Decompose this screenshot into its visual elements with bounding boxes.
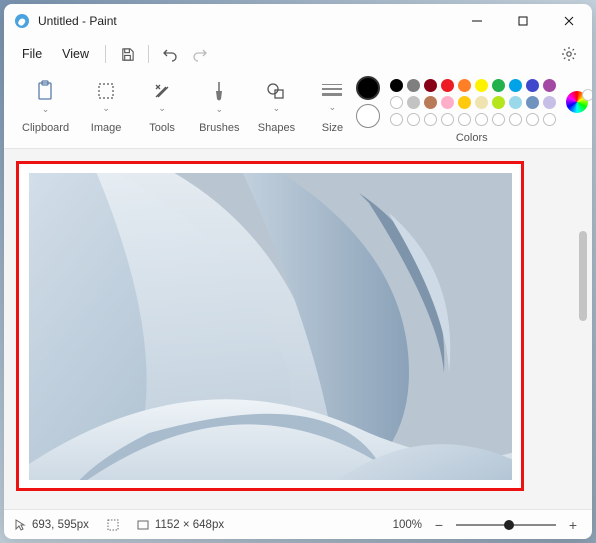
cursor-position-text: 693, 595px: [32, 519, 89, 531]
select-button[interactable]: ⌄: [87, 76, 125, 118]
canvas-size-icon: [137, 519, 149, 531]
color-swatch[interactable]: [441, 79, 454, 92]
chevron-down-icon: ⌄: [42, 104, 50, 115]
tools-button[interactable]: ⌄: [143, 76, 181, 118]
color-swatch[interactable]: [543, 113, 556, 126]
color-swatch[interactable]: [492, 79, 505, 92]
color-swatch[interactable]: [441, 113, 454, 126]
brushes-button[interactable]: ⌄: [200, 76, 238, 118]
minimize-button[interactable]: [454, 4, 500, 38]
color-swatch[interactable]: [424, 79, 437, 92]
chevron-down-icon: ⌄: [215, 104, 223, 115]
size-button[interactable]: ⌄: [313, 76, 351, 118]
color-swatch[interactable]: [424, 113, 437, 126]
paint-window: Untitled - Paint File View: [4, 4, 592, 539]
selection-icon: [107, 519, 119, 531]
redo-icon: [185, 40, 215, 68]
color-swatch[interactable]: [390, 96, 403, 109]
color-swatch[interactable]: [458, 79, 471, 92]
ribbon: ⌄ Clipboard ⌄ Image ⌄ Tools: [4, 70, 592, 149]
canvas[interactable]: [29, 173, 512, 480]
window-title: Untitled - Paint: [38, 14, 117, 28]
zoom-slider[interactable]: [456, 524, 556, 526]
color-selectors: [356, 76, 380, 128]
zoom-in-button[interactable]: +: [564, 517, 582, 533]
label-image: Image: [91, 122, 122, 134]
color-swatch[interactable]: [475, 96, 488, 109]
color-swatch[interactable]: [492, 96, 505, 109]
group-shapes: ⌄ Shapes: [249, 74, 303, 148]
chevron-down-icon: ⌄: [273, 103, 281, 114]
cursor-icon: [14, 519, 26, 531]
color-swatch[interactable]: [526, 79, 539, 92]
group-tools: ⌄ Tools: [135, 74, 189, 148]
color-swatch[interactable]: [543, 96, 556, 109]
zoom-slider-thumb[interactable]: [504, 520, 514, 530]
color-swatch[interactable]: [390, 79, 403, 92]
group-colors: Colors: [361, 74, 582, 148]
edit-colors-button[interactable]: [566, 91, 588, 113]
color-swatch[interactable]: [475, 113, 488, 126]
color-swatch[interactable]: [509, 113, 522, 126]
color-swatch[interactable]: [407, 96, 420, 109]
color-swatch[interactable]: [509, 79, 522, 92]
settings-icon[interactable]: [554, 40, 584, 68]
color-swatch[interactable]: [475, 79, 488, 92]
label-size: Size: [322, 122, 343, 134]
color-swatch[interactable]: [458, 113, 471, 126]
color-swatch[interactable]: [390, 113, 403, 126]
scrollbar-thumb[interactable]: [579, 231, 587, 321]
label-tools: Tools: [149, 122, 175, 134]
close-button[interactable]: [546, 4, 592, 38]
color-swatch[interactable]: [407, 79, 420, 92]
zoom-out-button[interactable]: −: [430, 517, 448, 533]
chevron-down-icon: ⌄: [158, 103, 166, 114]
zoom-controls: 100% − +: [393, 517, 582, 533]
menu-file[interactable]: File: [12, 43, 52, 65]
canvas-size-text: 1152 × 648px: [155, 519, 224, 531]
color-swatch[interactable]: [509, 96, 522, 109]
color-swatch[interactable]: [441, 96, 454, 109]
color-swatch[interactable]: [424, 96, 437, 109]
paint-app-icon: [14, 13, 30, 29]
group-clipboard: ⌄ Clipboard: [14, 74, 77, 148]
chevron-down-icon: ⌄: [329, 102, 337, 113]
color-swatch[interactable]: [526, 113, 539, 126]
undo-icon[interactable]: [155, 40, 185, 68]
canvas-area: [4, 149, 592, 509]
separator: [148, 45, 149, 63]
label-colors: Colors: [456, 132, 488, 144]
group-size: ⌄ Size: [305, 74, 359, 148]
paste-button[interactable]: ⌄: [27, 76, 65, 118]
separator: [105, 45, 106, 63]
color-swatch[interactable]: [407, 113, 420, 126]
statusbar: 693, 595px 1152 × 648px 100% − +: [4, 509, 592, 539]
color-swatch[interactable]: [526, 96, 539, 109]
color2-swatch[interactable]: [356, 104, 380, 128]
menu-view[interactable]: View: [52, 43, 99, 65]
chevron-down-icon: ⌄: [102, 103, 110, 114]
label-brushes: Brushes: [199, 122, 239, 134]
cursor-position: 693, 595px: [14, 519, 89, 531]
shapes-button[interactable]: ⌄: [257, 76, 295, 118]
maximize-button[interactable]: [500, 4, 546, 38]
group-brushes: ⌄ Brushes: [191, 74, 247, 148]
color-swatch[interactable]: [492, 113, 505, 126]
save-icon[interactable]: [112, 40, 142, 68]
group-image: ⌄ Image: [79, 74, 133, 148]
color-swatch[interactable]: [543, 79, 556, 92]
zoom-level: 100%: [393, 519, 422, 531]
color1-swatch[interactable]: [356, 76, 380, 100]
menubar: File View: [4, 38, 592, 70]
titlebar: Untitled - Paint: [4, 4, 592, 38]
canvas-size: 1152 × 648px: [137, 519, 224, 531]
selection-info: [107, 519, 119, 531]
color-palette: [390, 79, 556, 126]
label-clipboard: Clipboard: [22, 122, 69, 134]
label-shapes: Shapes: [258, 122, 295, 134]
vertical-scrollbar[interactable]: [576, 161, 590, 497]
color-swatch[interactable]: [458, 96, 471, 109]
canvas-selection-border: [16, 161, 524, 491]
